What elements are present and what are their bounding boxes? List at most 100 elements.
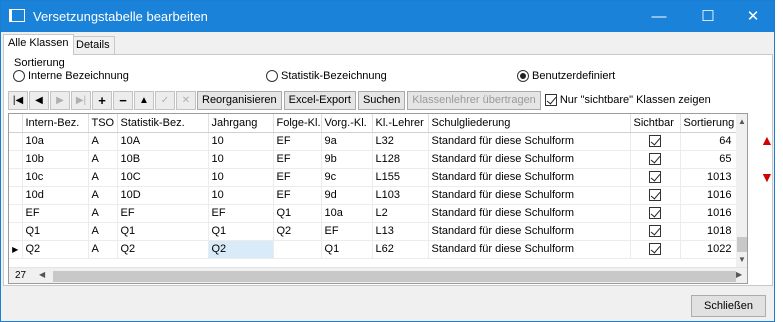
table-row[interactable]: 10a A 10A 10 EF 9a L32 Standard für diese Schul… — [9, 132, 737, 151]
table-cell[interactable]: L62 — [372, 240, 429, 259]
table-row[interactable]: Q1 A Q1 Q1 Q2 EF L13 Standard für diese Schulfo… — [9, 222, 737, 241]
visible-checkbox-cell[interactable] — [630, 240, 681, 259]
table-cell[interactable]: L155 — [372, 168, 429, 187]
table-cell[interactable]: 64 — [680, 132, 737, 151]
table-row[interactable]: EF A EF EF Q1 10a L2 Standard für diese Schulfo… — [9, 204, 737, 223]
cancel-icon[interactable]: ✕ — [176, 90, 196, 110]
radio-button[interactable] — [13, 70, 25, 82]
radio-button-selected[interactable] — [517, 70, 529, 82]
visible-checkbox-cell[interactable] — [630, 222, 681, 241]
visible-checkbox[interactable] — [649, 189, 662, 202]
table-cell[interactable]: 9b — [321, 150, 373, 169]
table-cell[interactable]: 10c — [22, 168, 89, 187]
col-header[interactable]: Sortierung — [680, 114, 737, 133]
table-cell[interactable]: A — [88, 186, 118, 205]
visible-checkbox[interactable] — [649, 243, 662, 256]
col-header[interactable]: Sichtbar — [630, 114, 681, 133]
delete-icon[interactable]: − — [113, 90, 133, 110]
table-cell[interactable]: 9d — [321, 186, 373, 205]
table-cell[interactable]: 10 — [208, 150, 274, 169]
table-cell[interactable]: Standard für diese Schulform — [428, 204, 631, 223]
table-cell[interactable]: 1013 — [680, 168, 737, 187]
minimize-button[interactable]: — — [636, 1, 682, 32]
add-icon[interactable]: + — [92, 90, 112, 110]
visible-checkbox[interactable] — [649, 153, 662, 166]
visible-checkbox[interactable] — [649, 225, 662, 238]
table-cell[interactable]: 10D — [117, 186, 209, 205]
table-cell[interactable]: Q1 — [321, 240, 373, 259]
table-cell[interactable]: 10C — [117, 168, 209, 187]
table-cell[interactable]: A — [88, 240, 118, 259]
visible-checkbox[interactable] — [649, 135, 662, 148]
row-indicator[interactable] — [9, 150, 23, 169]
col-header[interactable]: TSO — [88, 114, 118, 133]
vertical-scrollbar[interactable]: ▲ ▼ — [736, 114, 747, 267]
col-header[interactable]: Folge-Kl. — [273, 114, 322, 133]
table-cell[interactable]: 10d — [22, 186, 89, 205]
table-cell[interactable]: Q1 — [117, 222, 209, 241]
reorganize-button[interactable]: Reorganisieren — [197, 90, 282, 110]
prior-record-icon[interactable]: ◀ — [29, 90, 49, 110]
table-cell[interactable]: Q2 — [22, 240, 89, 259]
visible-checkbox-cell[interactable] — [630, 150, 681, 169]
table-cell[interactable]: L103 — [372, 186, 429, 205]
visible-checkbox-cell[interactable] — [630, 186, 681, 205]
table-cell[interactable]: A — [88, 150, 118, 169]
close-button[interactable]: Schließen — [691, 295, 766, 317]
table-cell[interactable]: L2 — [372, 204, 429, 223]
title-bar[interactable]: Versetzungstabelle bearbeiten — ☐ ✕ — [1, 1, 774, 32]
table-cell[interactable]: 65 — [680, 150, 737, 169]
check-icon[interactable]: ✓ — [155, 90, 175, 110]
class-teacher-transfer-button[interactable]: Klassenlehrer übertragen — [407, 90, 541, 110]
table-cell[interactable]: L13 — [372, 222, 429, 241]
row-indicator[interactable] — [9, 132, 23, 151]
next-record-icon[interactable]: ▶ — [50, 90, 70, 110]
table-cell[interactable]: L32 — [372, 132, 429, 151]
close-window-button[interactable]: ✕ — [730, 1, 776, 32]
table-cell[interactable]: EF — [273, 168, 322, 187]
current-row-indicator-icon[interactable]: ▶ — [9, 240, 23, 259]
table-cell[interactable]: EF — [273, 150, 322, 169]
table-cell[interactable]: 1022 — [680, 240, 737, 259]
row-indicator[interactable] — [9, 222, 23, 241]
table-cell[interactable]: Standard für diese Schulform — [428, 222, 631, 241]
table-cell[interactable]: EF — [22, 204, 89, 223]
visible-checkbox-cell[interactable] — [630, 168, 681, 187]
table-cell[interactable]: 10 — [208, 132, 274, 151]
maximize-button[interactable]: ☐ — [685, 1, 731, 32]
col-header[interactable]: Vorg.-Kl. — [321, 114, 373, 133]
last-record-icon[interactable]: ▶| — [71, 90, 91, 110]
table-cell[interactable]: L128 — [372, 150, 429, 169]
horizontal-scroll-thumb[interactable] — [53, 271, 736, 282]
row-indicator[interactable] — [9, 168, 23, 187]
table-cell[interactable]: 1018 — [680, 222, 737, 241]
table-cell[interactable]: 1016 — [680, 186, 737, 205]
table-cell[interactable]: Q2 — [273, 222, 322, 241]
table-cell[interactable]: Q1 — [273, 204, 322, 223]
first-record-icon[interactable]: |◀ — [8, 90, 28, 110]
table-cell[interactable]: 1016 — [680, 204, 737, 223]
table-cell[interactable]: EF — [208, 204, 274, 223]
table-cell[interactable]: Q1 — [208, 222, 274, 241]
sort-option-intern[interactable]: Interne Bezeichnung — [13, 70, 129, 82]
table-cell[interactable]: 9a — [321, 132, 373, 151]
row-indicator[interactable] — [9, 186, 23, 205]
table-row[interactable]: 10b A 10B 10 EF 9b L128 Standard für diese Schu… — [9, 150, 737, 169]
table-row[interactable]: ▶ Q2 A Q2 Q2 Q1 L62 Standard für diese Schulfor… — [9, 240, 737, 259]
table-cell[interactable] — [273, 240, 322, 259]
scroll-right-arrow-icon[interactable]: ▶ — [736, 270, 742, 279]
visible-checkbox[interactable] — [649, 207, 662, 220]
col-header[interactable]: Kl.-Lehrer — [372, 114, 429, 133]
table-cell[interactable]: A — [88, 168, 118, 187]
table-cell[interactable]: A — [88, 222, 118, 241]
scroll-up-arrow-icon[interactable]: ▲ — [738, 117, 746, 126]
col-header[interactable]: Intern-Bez. — [22, 114, 89, 133]
tab-alle-klassen[interactable]: Alle Klassen — [3, 34, 74, 55]
table-cell[interactable]: 9c — [321, 168, 373, 187]
table-cell[interactable]: EF — [273, 186, 322, 205]
classes-table[interactable]: Intern-Bez. TSO Statistik-Bez. Jahrgang … — [8, 113, 748, 284]
row-indicator[interactable] — [9, 204, 23, 223]
excel-export-button[interactable]: Excel-Export — [283, 90, 356, 110]
table-cell[interactable]: 10 — [208, 186, 274, 205]
table-cell[interactable]: Standard für diese Schulform — [428, 168, 631, 187]
